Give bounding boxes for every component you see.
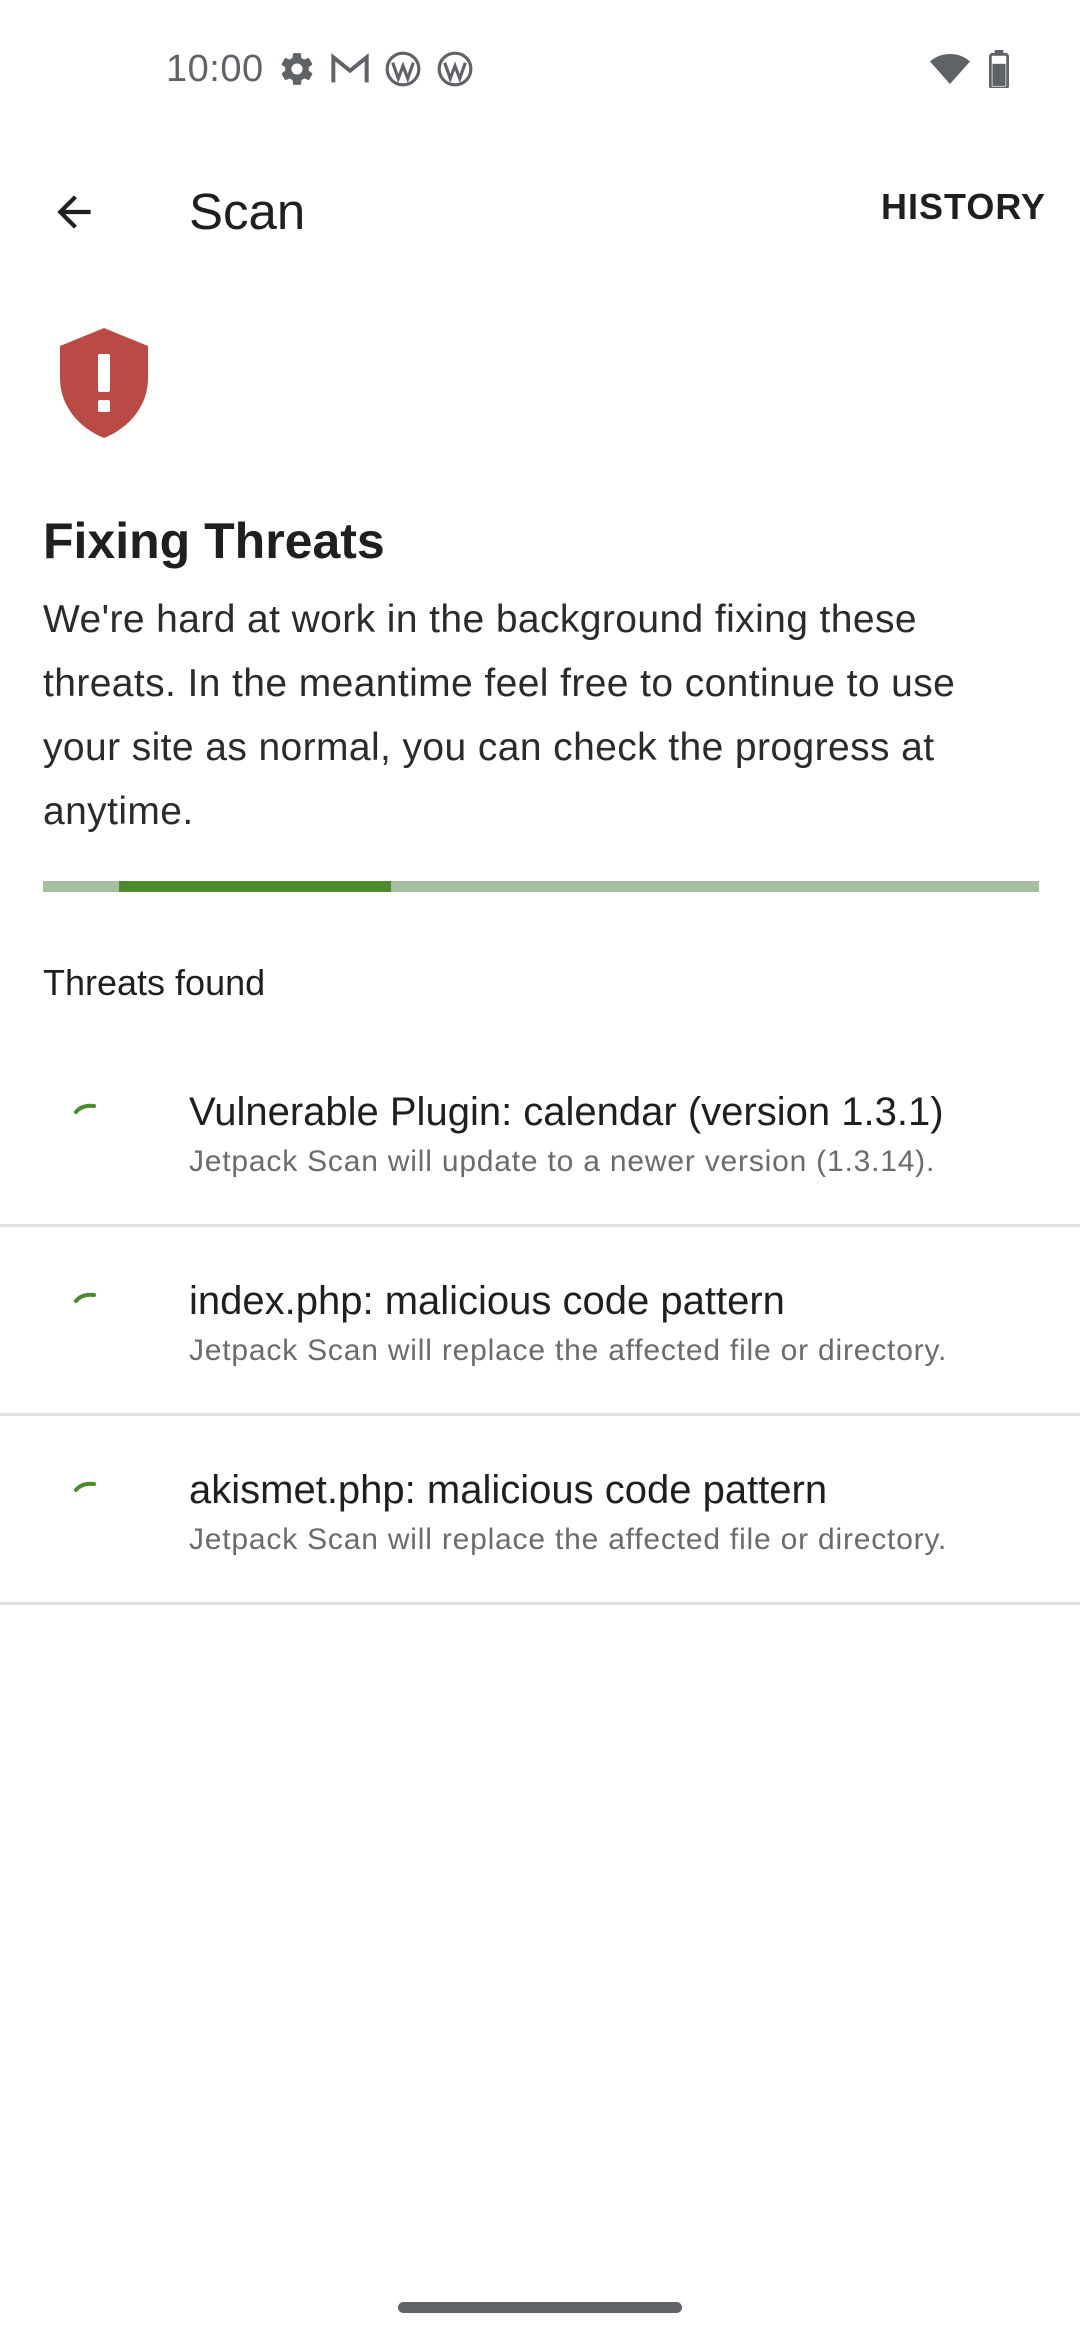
threat-title: akismet.php: malicious code pattern [189, 1468, 828, 1512]
gmail-icon [331, 53, 369, 83]
shield-alert-icon [60, 328, 148, 438]
status-heading: Fixing Threats [43, 513, 385, 569]
loading-spinner-icon [74, 1103, 96, 1114]
loading-spinner-icon [74, 1481, 96, 1492]
threat-list: Vulnerable Plugin: calendar (version 1.3… [0, 1038, 1080, 1605]
status-time: 10:00 [166, 48, 264, 90]
threat-item[interactable]: Vulnerable Plugin: calendar (version 1.3… [0, 1038, 1080, 1227]
threat-subtitle: Jetpack Scan will update to a newer vers… [189, 1145, 936, 1178]
threat-subtitle: Jetpack Scan will replace the affected f… [189, 1523, 948, 1556]
scan-screen: 10:00 Scan HISTORY Fixing Threats We're … [0, 0, 1080, 2340]
threat-title: index.php: malicious code pattern [189, 1279, 785, 1323]
threat-item[interactable]: index.php: malicious code pattern Jetpac… [0, 1227, 1080, 1416]
system-icons [930, 50, 1010, 88]
arrow-back-icon [57, 195, 91, 229]
settings-icon [281, 53, 313, 85]
threats-section-label: Threats found [43, 962, 266, 1003]
notification-icons [278, 50, 474, 88]
battery-icon [988, 50, 1010, 88]
loading-spinner-icon [74, 1292, 96, 1303]
app-bar: Scan HISTORY [0, 140, 1080, 280]
status-description: We're hard at work in the background fix… [43, 598, 956, 833]
wifi-icon [930, 54, 970, 84]
status-bar: 10:00 [0, 0, 1080, 140]
back-button[interactable] [34, 172, 114, 252]
page-title: Scan [189, 183, 306, 240]
wordpress-icon [437, 51, 473, 87]
gesture-nav-handle[interactable] [398, 2302, 682, 2313]
progress-indicator [119, 881, 391, 892]
threat-title: Vulnerable Plugin: calendar (version 1.3… [189, 1090, 944, 1134]
threat-subtitle: Jetpack Scan will replace the affected f… [189, 1334, 948, 1367]
wordpress-icon [385, 51, 421, 87]
history-button[interactable]: HISTORY [881, 186, 1046, 228]
progress-bar [43, 881, 1039, 892]
threat-item[interactable]: akismet.php: malicious code pattern Jetp… [0, 1416, 1080, 1605]
